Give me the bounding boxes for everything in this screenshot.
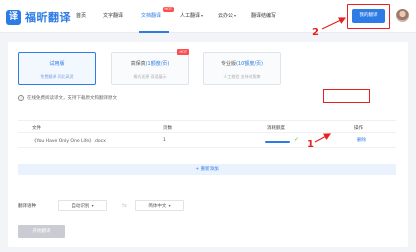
page-count: 1 — [163, 138, 166, 143]
target-language-value: 简体中文 — [148, 204, 167, 209]
plan-trial[interactable]: 试用版 免费翻译 同比高资 — [18, 52, 96, 85]
main-card: 试用版 免费翻译 同比高资 高保真(1额度/页) 格式还原 双语展示 HOT 专… — [8, 42, 408, 247]
plan-trial-desc: 免费翻译 同比高资 — [40, 74, 74, 79]
chevron-down-icon: ▾ — [201, 13, 204, 18]
logo-icon: 译 — [6, 9, 21, 25]
active-tab-indicator — [139, 31, 169, 33]
brand-name: 福昕翻译 — [25, 11, 71, 24]
header-file: 文件 — [32, 126, 41, 131]
plan-high-fidelity-price: (1额度/页) — [145, 61, 170, 67]
header-actions: 操作 — [354, 126, 363, 131]
table-header: 文件 页数 消耗额度 操作 — [18, 120, 396, 132]
target-language-select[interactable]: 简体中文 ▾ — [135, 200, 184, 211]
info-icon: ! — [18, 95, 24, 101]
annotation-marker-2: 2 — [312, 27, 319, 38]
annotation-marker-1: 1 — [307, 139, 314, 150]
plan-high-fidelity-title: 高保真(1额度/页) — [112, 60, 188, 67]
highlight-box-my-translation — [347, 4, 390, 29]
nav-human-translate-label: 人工翻译 — [180, 13, 201, 19]
plan-professional-title: 专业版(10额度/页) — [204, 60, 280, 67]
nav-text-translate[interactable]: 文字翻译 — [103, 12, 123, 19]
chevron-down-icon: ▾ — [90, 203, 94, 208]
nav-human-translate[interactable]: 人工翻译▾ — [180, 12, 203, 19]
hot-badge: HOT — [177, 49, 189, 55]
source-language-select[interactable]: 自动识别 ▾ — [58, 200, 107, 211]
quota-progress-fill — [265, 141, 290, 143]
source-language-value: 自动识别 — [71, 204, 90, 209]
delete-link[interactable]: 删除 — [357, 137, 366, 143]
plan-trial-title: 试用版 — [19, 60, 95, 67]
plan-professional[interactable]: 专业版(10额度/页) 人工校验 支持对照审 — [203, 52, 281, 85]
nav-home[interactable]: 首页 — [76, 12, 86, 19]
header-pages: 页数 — [163, 126, 172, 131]
plan-high-fidelity-name: 高保真 — [130, 61, 146, 67]
notice: ! 在线免费阅读译文，支持下载原文和翻译原文 — [18, 95, 117, 101]
file-name: 《You Have Only One Life》.docx — [32, 139, 106, 144]
swap-arrows-icon[interactable]: ⇆ — [122, 202, 127, 209]
table-row: 《You Have Only One Life》.docx 1 ✓ 删除 — [18, 132, 396, 148]
plan-professional-desc: 人工校验 支持对照审 — [223, 74, 261, 79]
check-circle-icon: ✓ — [294, 136, 300, 143]
plan-professional-name: 专业版 — [221, 61, 237, 67]
plan-professional-price: (10额度/页) — [236, 61, 263, 67]
nav-doc-translate[interactable]: 文档翻译 — [141, 12, 161, 19]
highlight-box-delete — [323, 89, 370, 103]
avatar[interactable] — [396, 9, 409, 22]
hot-badge: HOT — [163, 7, 174, 12]
nav-cloud-office-label: 云办公 — [218, 13, 234, 19]
quota-progress — [265, 141, 290, 143]
re-add-button[interactable]: + 重新添加 — [18, 164, 396, 175]
chevron-down-icon: ▾ — [167, 203, 171, 208]
nav-editor[interactable]: 翻译结编写 — [251, 12, 276, 19]
start-translate-button[interactable]: 开始翻译 — [18, 225, 65, 238]
plan-trial-name: 试用版 — [49, 61, 65, 67]
brand-logo[interactable]: 译 福昕翻译 — [6, 9, 71, 25]
notice-text: 在线免费阅读译文，支持下载原文和翻译原文 — [27, 96, 117, 101]
nav-cloud-office[interactable]: 云办公▾ — [218, 12, 236, 19]
plan-high-fidelity[interactable]: 高保真(1额度/页) 格式还原 双语展示 HOT — [111, 49, 189, 85]
chevron-down-icon: ▾ — [234, 13, 237, 18]
language-label: 翻译语种 — [18, 204, 36, 209]
plan-high-fidelity-desc: 格式还原 双语展示 — [133, 74, 167, 79]
header-quota: 消耗额度 — [267, 126, 285, 131]
